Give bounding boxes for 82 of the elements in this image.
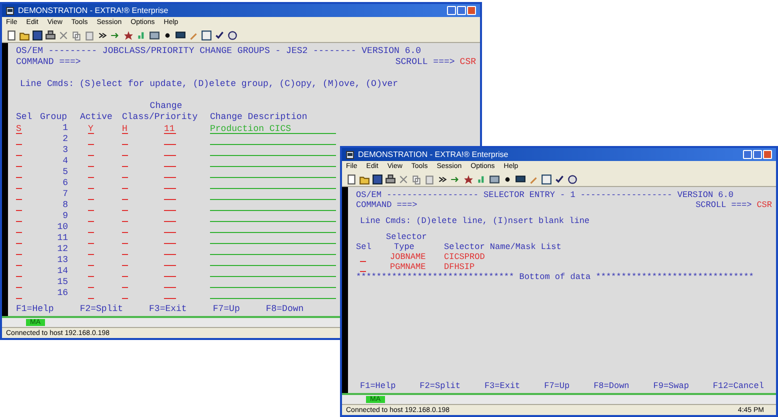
copy-icon[interactable] [411,174,422,184]
command-prompt: COMMAND ===> [356,200,418,210]
group-number: 7 [62,189,69,200]
document-icon[interactable] [346,174,357,184]
document-icon[interactable] [6,30,17,40]
monitor-icon[interactable] [515,174,526,184]
function-key[interactable]: F1=Help [360,381,396,391]
column-header: Selector [385,232,428,242]
help-icon[interactable] [227,30,238,40]
selector-name: CICSPROD [444,252,486,262]
function-key[interactable]: F8=Down [594,381,630,391]
group-number: 16 [56,288,69,299]
window-icon[interactable] [541,174,552,184]
function-key[interactable]: F3=Exit [149,304,187,315]
minimize-button[interactable] [743,150,752,159]
selector-name: DFHSIP [444,262,476,272]
close-button[interactable] [467,6,476,15]
group-number: 6 [62,178,69,189]
window-icon[interactable] [201,30,212,40]
column-header: Sel [356,242,372,252]
group-number: 11 [56,233,69,244]
function-key[interactable]: F8=Down [266,304,304,315]
printer-icon[interactable] [385,174,396,184]
group-number: 2 [62,134,69,145]
group-number: 13 [56,255,69,266]
help-icon[interactable] [567,174,578,184]
function-key[interactable]: F7=Up [544,381,570,391]
input-field[interactable]: S [16,124,22,134]
copy-icon[interactable] [71,30,82,40]
column-header: Group [40,112,68,123]
group-number: 5 [62,167,69,178]
window-title: DEMONSTRATION - EXTRA!® Enterprise [18,6,168,14]
scroll-value: CSR [756,200,773,210]
function-key[interactable]: F2=Split [80,304,124,315]
selector-type: JOBNAME [389,252,427,262]
screen-icon[interactable] [149,30,160,40]
close-button[interactable] [763,150,772,159]
column-header: Sel [16,112,34,123]
app-icon [6,6,14,14]
line-commands: Line Cmds: (S)elect for update, (D)elete group, (C)opy, (M)ove, (O)ver [19,79,400,90]
monitor-icon[interactable] [175,30,186,40]
check-icon[interactable] [554,174,565,184]
function-key[interactable]: F12=Cancel [712,381,764,391]
maximize-button[interactable] [753,150,762,159]
group-number: 1 [62,123,69,134]
group-number: 3 [62,145,69,156]
column-header: Class/Priority [122,112,199,123]
printer-icon[interactable] [45,30,56,40]
group-number: 4 [62,156,69,167]
maximize-button[interactable] [457,6,466,15]
star-icon[interactable] [123,30,134,40]
column-header: Change Description [210,112,308,123]
group-number: 9 [62,211,69,222]
function-key[interactable]: F9=Swap [653,381,689,391]
screen-header: OS/EM --------- JOBCLASS/PRIORITY CHANGE GROUPS - JES2 -------- VERSION 6.0 [16,46,422,57]
group-number: 12 [56,244,69,255]
column-header: Change [148,101,184,112]
screen-header: OS/EM ------------------ SELECTOR ENTRY - 1 ------------------ VERSION 6.0 [356,190,734,200]
column-header: Type [393,242,416,252]
selector-type: PGMNAME [389,262,427,272]
group-number: 14 [56,266,69,277]
function-key[interactable]: F2=Split [420,381,460,391]
function-key[interactable]: F3=Exit [484,381,520,391]
scroll-value: CSR [460,57,477,68]
group-number: 8 [62,200,69,211]
command-prompt: COMMAND ===> [16,57,81,68]
column-header: Selector Name/Mask List [444,242,562,252]
screen-icon[interactable] [489,174,500,184]
window-title: DEMONSTRATION - EXTRA!® Enterprise [358,150,508,158]
function-key[interactable]: F7=Up [212,304,240,315]
minimize-button[interactable] [447,6,456,15]
scroll-label: SCROLL ===> [395,57,455,68]
bottom-of-data-marker: ******************************* Bottom of data ******************************* [356,272,755,282]
scroll-label: SCROLL ===> [696,200,752,210]
group-number: 10 [56,222,69,233]
column-header: Active [80,112,114,123]
check-icon[interactable] [214,30,225,40]
star-icon[interactable] [463,174,474,184]
app-icon [346,150,354,158]
function-key[interactable]: F1=Help [16,304,54,315]
group-number: 15 [56,277,69,288]
line-commands: Line Cmds: (D)elete line, (I)nsert blank line [359,216,591,226]
